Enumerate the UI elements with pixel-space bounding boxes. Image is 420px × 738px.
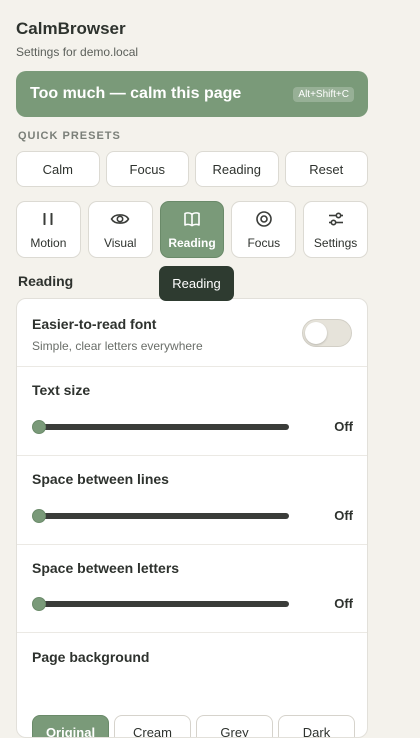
letter-spacing-slider[interactable]	[32, 597, 289, 611]
line-spacing-slider[interactable]	[32, 509, 289, 523]
tab-focus[interactable]: Focus	[231, 201, 297, 258]
tab-motion[interactable]: Motion	[16, 201, 81, 258]
app-subtitle: Settings for demo.local	[16, 45, 139, 59]
preset-reading-button[interactable]: Reading	[195, 151, 279, 187]
shortcut-badge: Alt+Shift+C	[293, 86, 354, 102]
text-size-value: Off	[334, 419, 353, 434]
font-toggle[interactable]	[302, 319, 352, 347]
tab-reading-label: Reading	[168, 235, 216, 250]
reading-tooltip: Reading	[159, 266, 234, 301]
book-icon	[183, 210, 201, 236]
tab-visual-label: Visual	[103, 235, 137, 250]
app-title: CalmBrowser	[16, 19, 126, 38]
line-spacing-value: Off	[334, 508, 353, 523]
target-icon	[255, 210, 273, 236]
tab-visual[interactable]: Visual	[87, 201, 153, 258]
panel-heading: Reading	[18, 273, 74, 289]
sliders-icon	[327, 210, 345, 236]
line-spacing-title: Space between lines	[32, 471, 169, 487]
letter-spacing-value: Off	[334, 596, 353, 611]
background-row: Page background Original Cream Grey Dark	[17, 633, 367, 737]
preset-calm-button[interactable]: Calm	[16, 151, 100, 187]
letter-spacing-row: Space between letters Off	[17, 545, 367, 633]
tab-settings[interactable]: Settings	[303, 201, 368, 258]
tab-reading[interactable]: Reading	[159, 201, 225, 258]
preset-row: Calm Focus Reading Reset	[16, 151, 368, 187]
quick-presets-heading: QUICK PRESETS	[18, 130, 121, 142]
category-tabs: Motion Visual Reading Focus Settings	[16, 201, 368, 258]
reading-settings-card: Easier-to-read font Simple, clear letter…	[16, 298, 368, 738]
calm-page-label: Too much — calm this page	[30, 85, 242, 102]
background-title: Page background	[32, 649, 150, 665]
letter-spacing-slider-thumb[interactable]	[32, 597, 46, 611]
eye-icon	[110, 210, 130, 236]
tab-focus-label: Focus	[247, 235, 281, 250]
line-spacing-slider-thumb[interactable]	[32, 509, 46, 523]
background-dark-option[interactable]: Dark	[278, 715, 355, 737]
line-spacing-row: Space between lines Off	[17, 456, 367, 545]
preset-focus-button[interactable]: Focus	[105, 151, 189, 187]
pause-icon	[39, 210, 57, 236]
tab-motion-label: Motion	[30, 235, 67, 250]
text-size-row: Text size Off	[17, 367, 367, 456]
tab-settings-label: Settings	[313, 235, 358, 250]
font-setting-title: Easier-to-read font	[32, 316, 157, 332]
calm-page-button[interactable]: Too much — calm this page Alt+Shift+C	[16, 71, 368, 117]
text-size-slider[interactable]	[32, 420, 289, 434]
background-options: Original Cream Grey Dark	[32, 715, 355, 737]
background-grey-option[interactable]: Grey	[196, 715, 273, 737]
text-size-title: Text size	[32, 382, 91, 398]
background-cream-option[interactable]: Cream	[114, 715, 191, 737]
background-original-option[interactable]: Original	[32, 715, 109, 737]
preset-reset-button[interactable]: Reset	[284, 151, 368, 187]
letter-spacing-title: Space between letters	[32, 560, 180, 576]
font-setting-desc: Simple, clear letters everywhere	[32, 339, 203, 353]
toggle-knob	[305, 322, 327, 344]
font-setting-row: Easier-to-read font Simple, clear letter…	[17, 299, 367, 367]
text-size-slider-thumb[interactable]	[32, 420, 46, 434]
